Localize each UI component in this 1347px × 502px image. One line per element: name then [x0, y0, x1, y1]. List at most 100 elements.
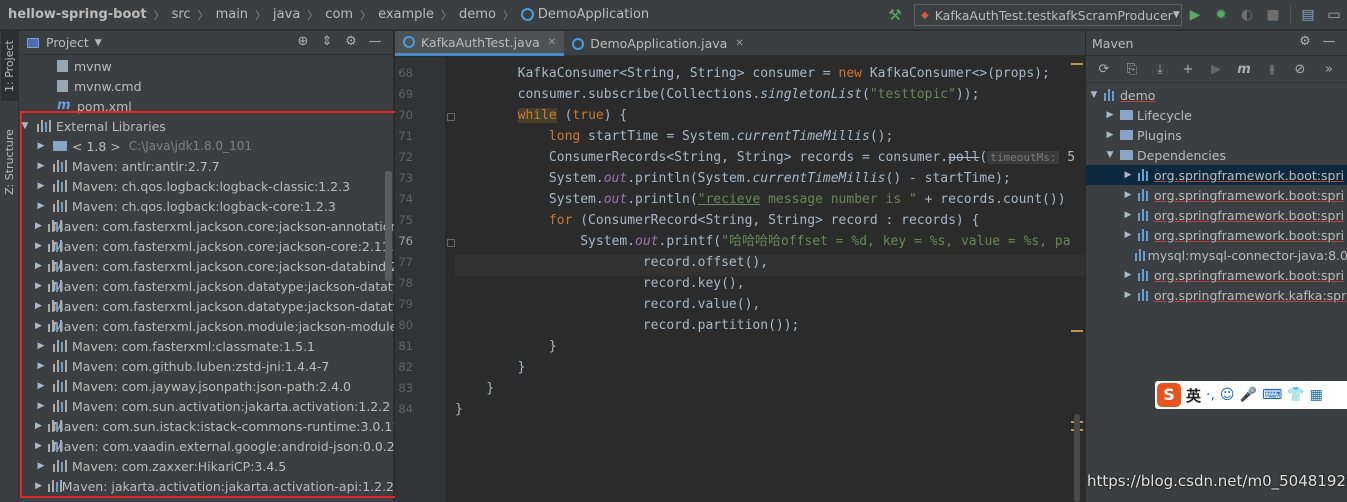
- run-icon[interactable]: ▶: [1182, 7, 1208, 23]
- minimize-icon[interactable]: —: [1317, 34, 1341, 49]
- chevron-right-icon[interactable]: ▶: [35, 341, 47, 351]
- tree-item-library[interactable]: ▶ Maven: com.fasterxml:classmate:1.5.1: [19, 336, 394, 356]
- sogou-logo-icon[interactable]: S: [1157, 383, 1181, 407]
- breadcrumb-com[interactable]: com: [325, 7, 353, 22]
- tree-item-library[interactable]: ▶ Maven: com.github.luben:zstd-jni:1.4.4-…: [19, 356, 394, 376]
- chevron-right-icon[interactable]: ▶: [1122, 210, 1134, 220]
- microphone-icon[interactable]: 🎤: [1240, 387, 1257, 403]
- breadcrumb-demo[interactable]: demo: [459, 7, 496, 22]
- coverage-icon[interactable]: ◐: [1234, 7, 1260, 23]
- chevron-right-icon[interactable]: ▶: [1122, 170, 1134, 180]
- target-icon[interactable]: ⊕: [291, 34, 315, 49]
- maven-tree-item-dependency[interactable]: ▶ org.springframework.boot:spri: [1086, 185, 1347, 205]
- tree-item-library[interactable]: ▶ Maven: com.fasterxml.jackson.module:jac…: [19, 316, 394, 336]
- tree-item-mvnw-cmd[interactable]: mvnw.cmd: [19, 76, 394, 96]
- chevron-down-icon[interactable]: ▼: [1088, 90, 1100, 100]
- maven-tree-item-demo[interactable]: ▼ demo: [1086, 85, 1347, 105]
- tab-structure[interactable]: Z: Structure: [1, 119, 18, 205]
- download-icon[interactable]: ⤓: [1146, 62, 1174, 77]
- stop-icon[interactable]: ■: [1260, 7, 1286, 23]
- layout-icon[interactable]: ▭: [1321, 7, 1347, 23]
- tree-item-library[interactable]: ▶ Maven: ch.qos.logback:logback-core:1.2.…: [19, 196, 394, 216]
- toggle-offline-icon[interactable]: ⫲: [1258, 62, 1286, 77]
- maven-tree-item-plugins[interactable]: ▶ Plugins: [1086, 125, 1347, 145]
- chevron-right-icon[interactable]: ▶: [35, 141, 47, 151]
- chevron-right-icon[interactable]: ▶: [35, 301, 42, 311]
- dropdown-arrow-icon[interactable]: ▼: [95, 38, 102, 48]
- chevron-right-icon[interactable]: ▶: [35, 241, 42, 251]
- chevron-right-icon[interactable]: ▶: [35, 401, 47, 411]
- chevron-right-icon[interactable]: ▶: [35, 421, 42, 431]
- warning-mark[interactable]: [1071, 63, 1083, 65]
- punctuation-icon[interactable]: ·,: [1206, 387, 1215, 403]
- chevron-right-icon[interactable]: ▶: [1122, 230, 1134, 240]
- skin-icon[interactable]: 👕: [1287, 387, 1304, 403]
- reload-icon[interactable]: ⟳: [1090, 62, 1118, 77]
- tree-item-library[interactable]: ▶ Maven: jakarta.activation:jakarta.activ…: [19, 476, 394, 496]
- editor-scrollbar[interactable]: [1074, 414, 1080, 502]
- ime-language-toggle[interactable]: 英: [1186, 385, 1201, 406]
- breadcrumb-java[interactable]: java: [273, 7, 300, 22]
- chevron-right-icon[interactable]: ▶: [35, 361, 47, 371]
- tree-item-library[interactable]: ▶ Maven: com.fasterxml.jackson.datatype:j…: [19, 296, 394, 316]
- maven-tree-item-dependencies[interactable]: ▼ Dependencies: [1086, 145, 1347, 165]
- maven-tree-item-dependency[interactable]: ▶ org.springframework.boot:spri: [1086, 205, 1347, 225]
- emoji-icon[interactable]: ☺: [1220, 387, 1235, 403]
- fold-marker-icon[interactable]: [447, 113, 455, 121]
- keyboard-icon[interactable]: ⌨: [1262, 387, 1282, 403]
- collapse-icon[interactable]: ⇕: [315, 34, 339, 49]
- tree-item-library[interactable]: ▶ Maven: com.jayway.jsonpath:json-path:2.…: [19, 376, 394, 396]
- breadcrumb-example[interactable]: example: [378, 7, 434, 22]
- warning-mark[interactable]: [1071, 330, 1083, 332]
- skip-tests-icon[interactable]: ⊘: [1286, 62, 1314, 77]
- chevron-right-icon[interactable]: ▶: [35, 481, 42, 491]
- project-structure-icon[interactable]: ▤: [1295, 7, 1321, 23]
- tree-item-library[interactable]: ▶ Maven: com.fasterxml.jackson.datatype:j…: [19, 276, 394, 296]
- chevron-right-icon[interactable]: ▶: [1122, 190, 1134, 200]
- breadcrumb-main[interactable]: main: [216, 7, 248, 22]
- maven-tree-item-dependency[interactable]: ▶ org.springframework.kafka:spr: [1086, 285, 1347, 305]
- chevron-down-icon[interactable]: ▼: [1104, 150, 1116, 160]
- code-area[interactable]: KafkaConsumer<String, String> consumer =…: [455, 57, 1085, 502]
- chevron-right-icon[interactable]: ▶: [35, 281, 42, 291]
- chevron-right-icon[interactable]: ▶: [35, 201, 47, 211]
- tree-item-library[interactable]: ▶ Maven: com.fasterxml.jackson.core:jacks…: [19, 236, 394, 256]
- maven-goal-icon[interactable]: m: [1230, 62, 1258, 77]
- fold-marker-icon[interactable]: [447, 239, 455, 247]
- maven-tree-item-lifecycle[interactable]: ▶ Lifecycle: [1086, 105, 1347, 125]
- maven-tree-item-dependency[interactable]: mysql:mysql-connector-java:8.0: [1086, 245, 1347, 265]
- toolbox-icon[interactable]: ▦: [1310, 387, 1323, 403]
- chevron-right-icon[interactable]: ▶: [35, 461, 47, 471]
- debug-icon[interactable]: ✹: [1208, 7, 1234, 23]
- tree-item-pom[interactable]: m pom.xml: [19, 96, 394, 116]
- run-config-select[interactable]: ◆ KafkaAuthTest.testkafkScramProducer ▼: [914, 4, 1182, 26]
- close-icon[interactable]: ✕: [548, 37, 556, 48]
- close-icon[interactable]: ✕: [735, 38, 743, 49]
- chevron-right-icon[interactable]: ▶: [35, 221, 42, 231]
- breadcrumb-project[interactable]: hellow-spring-boot: [8, 7, 147, 22]
- tree-scrollbar[interactable]: [385, 171, 392, 281]
- chevron-right-icon[interactable]: ▶: [35, 381, 47, 391]
- tree-item-library[interactable]: ▶ Maven: ch.qos.logback:logback-classic:1…: [19, 176, 394, 196]
- chevron-right-icon[interactable]: ▶: [35, 441, 42, 451]
- project-panel-title[interactable]: Project: [46, 35, 89, 50]
- generate-sources-icon[interactable]: ⎘: [1118, 62, 1146, 77]
- tree-item-jdk[interactable]: ▶ < 1.8 > C:\Java\jdk1.8.0_101: [19, 136, 394, 156]
- maven-tree-item-dependency[interactable]: ▶ org.springframework.boot:spri: [1086, 265, 1347, 285]
- gear-icon[interactable]: ⚙: [339, 34, 363, 49]
- tree-item-library[interactable]: ▶ Maven: com.sun.activation:jakarta.activ…: [19, 396, 394, 416]
- breadcrumb-src[interactable]: src: [172, 7, 191, 22]
- build-hammer-icon[interactable]: ⚒: [886, 6, 904, 24]
- maven-tree-item-dependency[interactable]: ▶ org.springframework.boot:spri: [1086, 225, 1347, 245]
- gear-icon[interactable]: ⚙: [1293, 34, 1317, 49]
- tree-item-library[interactable]: ▶ Maven: com.vaadin.external.google:andro…: [19, 436, 394, 456]
- add-icon[interactable]: +: [1174, 62, 1202, 77]
- chevron-right-icon[interactable]: ▶: [1122, 290, 1134, 300]
- tree-item-library[interactable]: ▶ Maven: antlr:antlr:2.7.7: [19, 156, 394, 176]
- tree-item-library[interactable]: ▶ Maven: com.zaxxer:HikariCP:3.4.5: [19, 456, 394, 476]
- chevron-right-icon[interactable]: ▶: [1104, 110, 1116, 120]
- minimize-icon[interactable]: —: [363, 34, 387, 49]
- chevron-right-icon[interactable]: ▶: [35, 261, 42, 271]
- more-icon[interactable]: »: [1314, 62, 1344, 77]
- tree-item-library[interactable]: ▶ Maven: com.fasterxml.jackson.core:jacks…: [19, 216, 394, 236]
